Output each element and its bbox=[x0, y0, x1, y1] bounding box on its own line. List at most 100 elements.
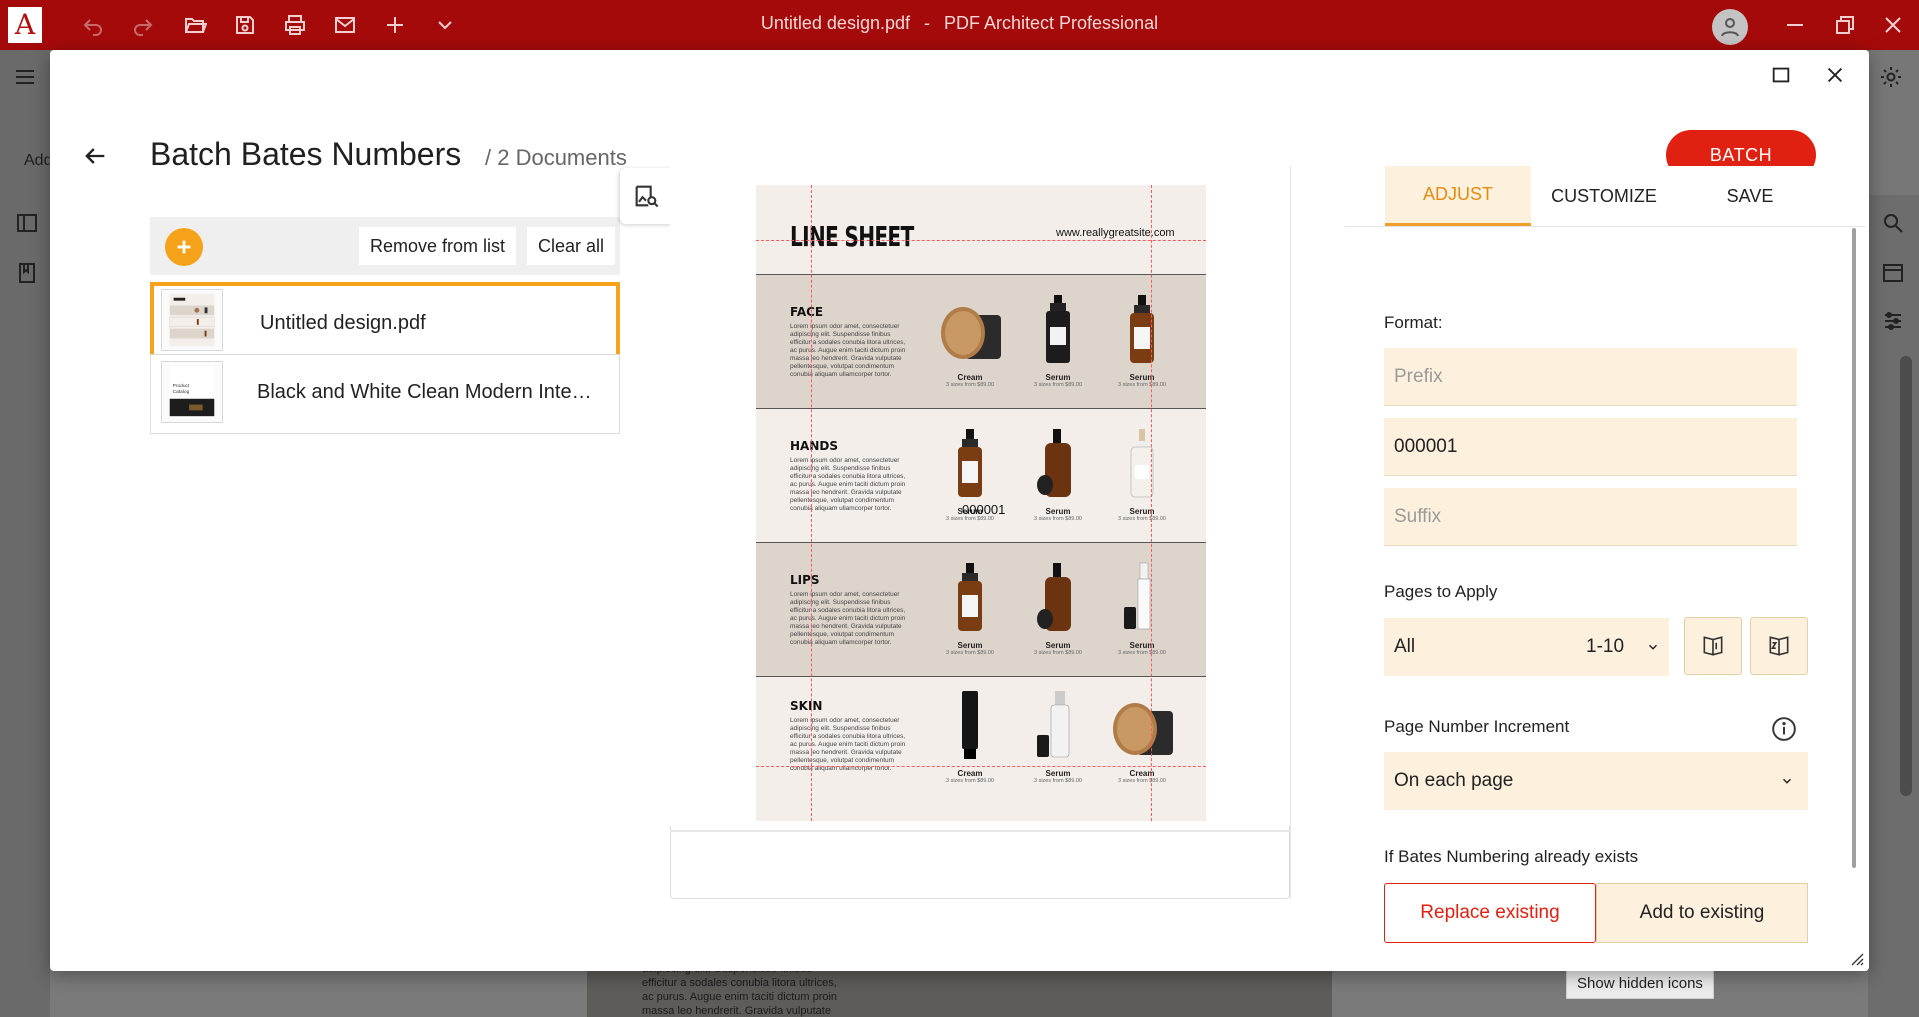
product-price: 3 sizes from $89.00 bbox=[1034, 778, 1082, 784]
product-price: 3 sizes from $89.00 bbox=[946, 382, 994, 388]
replace-existing-button[interactable]: Replace existing bbox=[1384, 883, 1596, 943]
search-icon[interactable] bbox=[1878, 208, 1908, 238]
product-price: 3 sizes from $89.00 bbox=[946, 650, 994, 656]
section-lips: LIPS Lorem ipsum odor amet, consectetuer… bbox=[756, 542, 1206, 676]
product-name: Serum bbox=[1045, 769, 1071, 778]
title-appname: PDF Architect Professional bbox=[944, 13, 1159, 33]
increment-label: Page Number Increment bbox=[1384, 717, 1570, 736]
background-add-label: Add bbox=[24, 152, 53, 169]
product-name: Serum bbox=[1045, 641, 1071, 650]
background-scrollbar[interactable] bbox=[1900, 356, 1912, 796]
dialog-close-icon[interactable] bbox=[1818, 58, 1852, 92]
product-price: 3 sizes from $89.00 bbox=[1118, 778, 1166, 784]
increment-select[interactable]: On each page bbox=[1384, 752, 1808, 810]
pages-value: All bbox=[1394, 636, 1416, 657]
section-title: HANDS bbox=[790, 439, 838, 453]
add-file-button[interactable] bbox=[165, 228, 203, 266]
chevron-down-icon bbox=[1648, 644, 1658, 650]
number-field[interactable]: 000001 bbox=[1384, 418, 1797, 476]
product-item: Serum 3 sizes from $89.00 bbox=[1102, 293, 1182, 388]
product-price: 3 sizes from $89.00 bbox=[1034, 382, 1082, 388]
preview-page: LINE SHEET www.reallygreatsite.com FACE … bbox=[756, 185, 1206, 821]
serum-bottle-icon bbox=[958, 429, 982, 497]
add-to-existing-button[interactable]: Add to existing bbox=[1596, 883, 1808, 943]
maximize-icon[interactable] bbox=[1764, 58, 1798, 92]
section-description: Lorem ipsum odor amet, consectetuer adip… bbox=[790, 591, 906, 646]
back-arrow-icon[interactable] bbox=[75, 136, 115, 176]
section-title: SKIN bbox=[790, 699, 823, 713]
margin-guide bbox=[756, 240, 1206, 241]
file-list-toolbar: Remove from list Clear all bbox=[150, 217, 620, 275]
gear-icon[interactable] bbox=[1876, 62, 1906, 92]
background-page-line: ac purus. Augue enim taciti dictum proin bbox=[642, 991, 838, 1003]
clear-all-button[interactable]: Clear all bbox=[527, 227, 616, 265]
product-item: Serum 3 sizes from $89.00 bbox=[1018, 689, 1098, 784]
user-icon[interactable] bbox=[1712, 9, 1748, 45]
suffix-field[interactable]: Suffix bbox=[1384, 488, 1797, 546]
product-price: 3 sizes from $89.00 bbox=[1118, 382, 1166, 388]
margin-guide bbox=[756, 766, 1206, 767]
even-pages-button[interactable] bbox=[1750, 617, 1808, 675]
odd-pages-button[interactable] bbox=[1684, 617, 1742, 675]
background-page-line: efficitur a sodales conubia litora ultri… bbox=[642, 977, 837, 989]
show-hidden-icons-tooltip: Show hidden icons bbox=[1566, 968, 1714, 999]
dropper-bottle-icon bbox=[1037, 563, 1071, 631]
product-price: 3 sizes from $89.00 bbox=[1034, 650, 1082, 656]
resize-grip-icon[interactable] bbox=[1850, 952, 1864, 966]
tabs-divider bbox=[1345, 226, 1865, 227]
close-icon[interactable] bbox=[1878, 10, 1908, 40]
roller-bottle-icon bbox=[1124, 562, 1151, 630]
section-title: FACE bbox=[790, 305, 824, 319]
margin-guide bbox=[811, 185, 812, 821]
panel-scrollbar[interactable] bbox=[1852, 228, 1856, 868]
cream-jar-icon bbox=[941, 307, 1001, 359]
panel-icon[interactable] bbox=[12, 208, 42, 238]
format-label: Format: bbox=[1384, 313, 1443, 332]
document-name: Untitled design.pdf bbox=[260, 312, 426, 334]
product-name: Serum bbox=[1045, 373, 1071, 382]
section-face: FACE Lorem ipsum odor amet, consectetuer… bbox=[756, 274, 1206, 408]
roller-bottle-icon bbox=[1037, 691, 1070, 758]
background-sidebar bbox=[0, 50, 50, 1017]
bookmark-icon[interactable] bbox=[12, 258, 42, 288]
product-name: Cream bbox=[957, 373, 983, 382]
cream-jar-icon bbox=[1113, 703, 1173, 755]
serum-bottle-icon bbox=[958, 563, 982, 631]
app-titlebar: A Untitled design.pdf - PDF Architect Prof… bbox=[0, 0, 1919, 50]
tab-adjust[interactable]: ADJUST bbox=[1385, 166, 1531, 226]
dialog-title: Batch Bates Numbers bbox=[150, 136, 462, 172]
page-even-icon bbox=[1769, 636, 1789, 656]
product-name: Serum bbox=[1129, 507, 1155, 516]
document-count: / 2 Documents bbox=[485, 145, 627, 170]
restore-icon[interactable] bbox=[1830, 10, 1860, 40]
title-separator: - bbox=[924, 13, 930, 33]
sliders-icon[interactable] bbox=[1878, 306, 1908, 336]
tab-save[interactable]: SAVE bbox=[1677, 166, 1823, 226]
tab-customize[interactable]: CUSTOMIZE bbox=[1531, 166, 1677, 226]
section-description: Lorem ipsum odor amet, consectetuer adip… bbox=[790, 457, 906, 512]
remove-from-list-button[interactable]: Remove from list bbox=[359, 227, 517, 265]
white-bottle-icon bbox=[1130, 429, 1154, 498]
pages-select[interactable]: All 1-10 bbox=[1384, 618, 1669, 676]
bates-number-stamp[interactable]: 000001 bbox=[962, 502, 1005, 517]
product-item: Serum 3 sizes from $89.00 bbox=[1018, 293, 1098, 388]
line-sheet-url: www.reallygreatsite.com bbox=[1056, 227, 1175, 239]
pages-range: 1-10 bbox=[1586, 636, 1625, 657]
product-item: Serum 3 sizes from $89.00 bbox=[1102, 561, 1182, 656]
list-item[interactable]: Product Catalog Black and White Clean Mo… bbox=[150, 354, 620, 434]
svg-text:Catalog: Catalog bbox=[173, 389, 190, 395]
document-thumbnail: Product Catalog bbox=[161, 361, 223, 423]
product-item: Serum 3 sizes from $89.00 bbox=[1102, 427, 1182, 522]
image-search-icon[interactable] bbox=[620, 168, 672, 224]
exists-label: If Bates Numbering already exists bbox=[1384, 847, 1639, 866]
product-price: 3 sizes from $89.00 bbox=[1118, 516, 1166, 522]
product-item: Cream 3 sizes from $89.00 bbox=[930, 293, 1010, 388]
product-item: Cream 3 sizes from $89.00 bbox=[930, 689, 1010, 784]
hamburger-icon[interactable] bbox=[10, 62, 40, 92]
prefix-field[interactable]: Prefix bbox=[1384, 348, 1797, 406]
list-item[interactable]: Untitled design.pdf bbox=[150, 282, 620, 362]
layout-icon[interactable] bbox=[1878, 258, 1908, 288]
minimize-icon[interactable] bbox=[1780, 10, 1810, 40]
product-item: Serum 3 sizes from $89.00 bbox=[1018, 427, 1098, 522]
info-icon[interactable] bbox=[1771, 716, 1797, 742]
